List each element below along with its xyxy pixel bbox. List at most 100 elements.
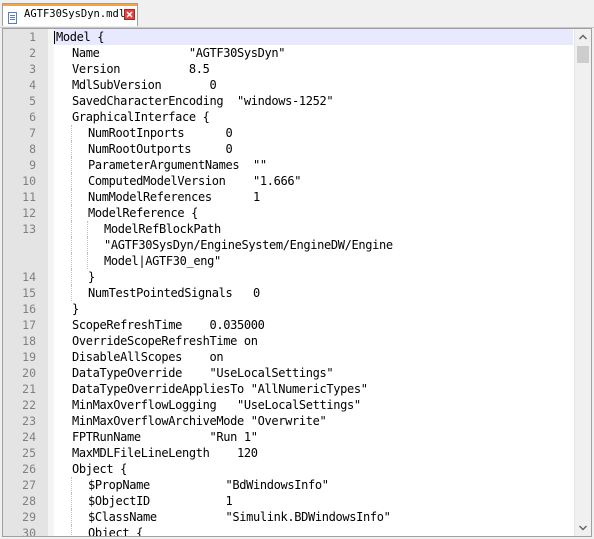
line-number: 28 <box>22 494 36 508</box>
line-number: 8 <box>29 142 36 156</box>
code-line[interactable]: 10 ComputedModelVersion "1.666" <box>3 173 573 189</box>
indent-guide <box>71 509 72 525</box>
code-line[interactable]: 17 ScopeRefreshTime 0.035000 <box>3 317 573 333</box>
indent-guide <box>71 189 72 205</box>
code-line[interactable]: 19 DisableAllScopes on <box>3 349 573 365</box>
code-line[interactable]: Model|AGTF30_eng" <box>3 253 573 269</box>
indent-guide <box>71 493 72 509</box>
code-line[interactable]: 23 MinMaxOverflowArchiveMode "Overwrite" <box>3 413 573 429</box>
code-text: $ObjectID 1 <box>88 494 233 508</box>
line-number: 1 <box>29 30 36 44</box>
code-line[interactable]: 4 MdlSubVersion 0 <box>3 77 573 93</box>
code-line[interactable]: 22 MinMaxOverflowLogging "UseLocalSetting… <box>3 397 573 413</box>
code-line[interactable]: 8 NumRootOutports 0 <box>3 141 573 157</box>
chevron-up-icon[interactable] <box>575 29 591 46</box>
code-line[interactable]: 14} <box>3 269 573 285</box>
code-line[interactable]: 1 Model { <box>3 29 573 45</box>
code-line[interactable]: 26 Object { <box>3 461 573 477</box>
line-text-area: NumRootInports 0 <box>54 125 573 141</box>
code-text: NumRootInports 0 <box>88 126 233 140</box>
vertical-scrollbar[interactable] <box>574 29 591 536</box>
scrollbar-thumb[interactable] <box>577 46 589 63</box>
line-text-area: $ObjectID 1 <box>54 493 573 509</box>
indent-guide <box>87 237 88 253</box>
code-text: } <box>72 302 79 316</box>
line-number: 16 <box>22 302 36 316</box>
code-line[interactable]: "AGTF30SysDyn/EngineSystem/EngineDW/Engi… <box>3 237 573 253</box>
line-number: 22 <box>22 398 36 412</box>
line-number: 11 <box>22 190 36 204</box>
line-number: 19 <box>22 350 36 364</box>
code-line[interactable]: 15 NumTestPointedSignals 0 <box>3 285 573 301</box>
line-text-area: ParameterArgumentNames "" <box>54 157 573 173</box>
code-line[interactable]: 18 OverrideScopeRefreshTime on <box>3 333 573 349</box>
line-text-area: ComputedModelVersion "1.666" <box>54 173 573 189</box>
code-line[interactable]: 25 MaxMDLFileLineLength 120 <box>3 445 573 461</box>
code-line[interactable]: 6 GraphicalInterface { <box>3 109 573 125</box>
text-editor[interactable]: 1 Model {2 Name "AGTF30SysDyn" 3 Version 8.5… <box>2 28 592 537</box>
code-line[interactable]: 5 SavedCharacterEncoding "windows-1252" <box>3 93 573 109</box>
line-text-area: $ClassName "Simulink.BDWindowsInfo" <box>54 509 573 525</box>
code-text: ParameterArgumentNames "" <box>88 158 267 172</box>
code-text: ComputedModelVersion "1.666" <box>88 174 302 188</box>
close-icon[interactable] <box>124 9 135 20</box>
code-line[interactable]: 3 Version 8.5 <box>3 61 573 77</box>
code-line[interactable]: 11 NumModelReferences 1 <box>3 189 573 205</box>
code-text: DataTypeOverride "UseLocalSettings" <box>72 366 334 380</box>
code-text: OverrideScopeRefreshTime on <box>72 334 258 348</box>
code-line[interactable]: 30 Object { <box>3 525 573 537</box>
line-number: 4 <box>29 78 36 92</box>
indent-guide <box>71 173 72 189</box>
indent-guide <box>71 269 72 285</box>
line-text-area: } <box>54 301 573 317</box>
line-text-area: GraphicalInterface { <box>54 109 573 125</box>
line-text-area: Object { <box>54 461 573 477</box>
code-text: $PropName "BdWindowsInfo" <box>88 478 329 492</box>
code-line[interactable]: 20 DataTypeOverride "UseLocalSettings" <box>3 365 573 381</box>
code-line[interactable]: 2 Name "AGTF30SysDyn" <box>3 45 573 61</box>
line-number: 10 <box>22 174 36 188</box>
line-text-area: Name "AGTF30SysDyn" <box>54 45 573 61</box>
indent-guide <box>71 525 72 536</box>
line-text-area: Version 8.5 <box>54 61 573 77</box>
code-text: DisableAllScopes on <box>72 350 224 364</box>
indent-guide <box>71 125 72 141</box>
line-text-area: Model|AGTF30_eng" <box>54 253 573 269</box>
line-number: 17 <box>22 318 36 332</box>
code-line[interactable]: 13 ModelRefBlockPath <box>3 221 573 237</box>
code-text: NumTestPointedSignals 0 <box>88 286 260 300</box>
code-line[interactable]: 12 ModelReference { <box>3 205 573 221</box>
code-line[interactable]: 21 DataTypeOverrideAppliesTo "AllNumericT… <box>3 381 573 397</box>
code-text: Model { <box>56 30 105 44</box>
code-text: Version 8.5 <box>72 62 210 76</box>
text-caret <box>54 31 55 44</box>
line-number: 18 <box>22 334 36 348</box>
line-number: 15 <box>22 286 36 300</box>
code-text: MinMaxOverflowLogging "UseLocalSettings" <box>72 398 361 412</box>
code-line[interactable]: 16} <box>3 301 573 317</box>
code-text: Object { <box>88 526 143 537</box>
line-number: 6 <box>29 110 36 124</box>
line-text-area: ModelRefBlockPath <box>54 221 573 237</box>
line-text-area: DataTypeOverride "UseLocalSettings" <box>54 365 573 381</box>
line-text-area: Model { <box>54 29 573 45</box>
line-text-area: DisableAllScopes on <box>54 349 573 365</box>
code-line[interactable]: 9 ParameterArgumentNames "" <box>3 157 573 173</box>
chevron-down-icon[interactable] <box>575 519 591 536</box>
line-text-area: MdlSubVersion 0 <box>54 77 573 93</box>
line-number: 25 <box>22 446 36 460</box>
code-line[interactable]: 27 $PropName "BdWindowsInfo" <box>3 477 573 493</box>
indent-guide <box>71 285 72 301</box>
code-line[interactable]: 28 $ObjectID 1 <box>3 493 573 509</box>
code-text: SavedCharacterEncoding "windows-1252" <box>72 94 334 108</box>
line-text-area: MinMaxOverflowArchiveMode "Overwrite" <box>54 413 573 429</box>
tab-agtf30sysdyn[interactable]: AGTF30SysDyn.mdl <box>2 3 138 26</box>
code-line[interactable]: 7 NumRootInports 0 <box>3 125 573 141</box>
code-line[interactable]: 29 $ClassName "Simulink.BDWindowsInfo" <box>3 509 573 525</box>
code-line[interactable]: 24 FPTRunName "Run 1" <box>3 429 573 445</box>
line-text-area: } <box>54 269 573 285</box>
code-text: MdlSubVersion 0 <box>72 78 217 92</box>
indent-guide <box>71 477 72 493</box>
line-text-area: FPTRunName "Run 1" <box>54 429 573 445</box>
line-number: 12 <box>22 206 36 220</box>
